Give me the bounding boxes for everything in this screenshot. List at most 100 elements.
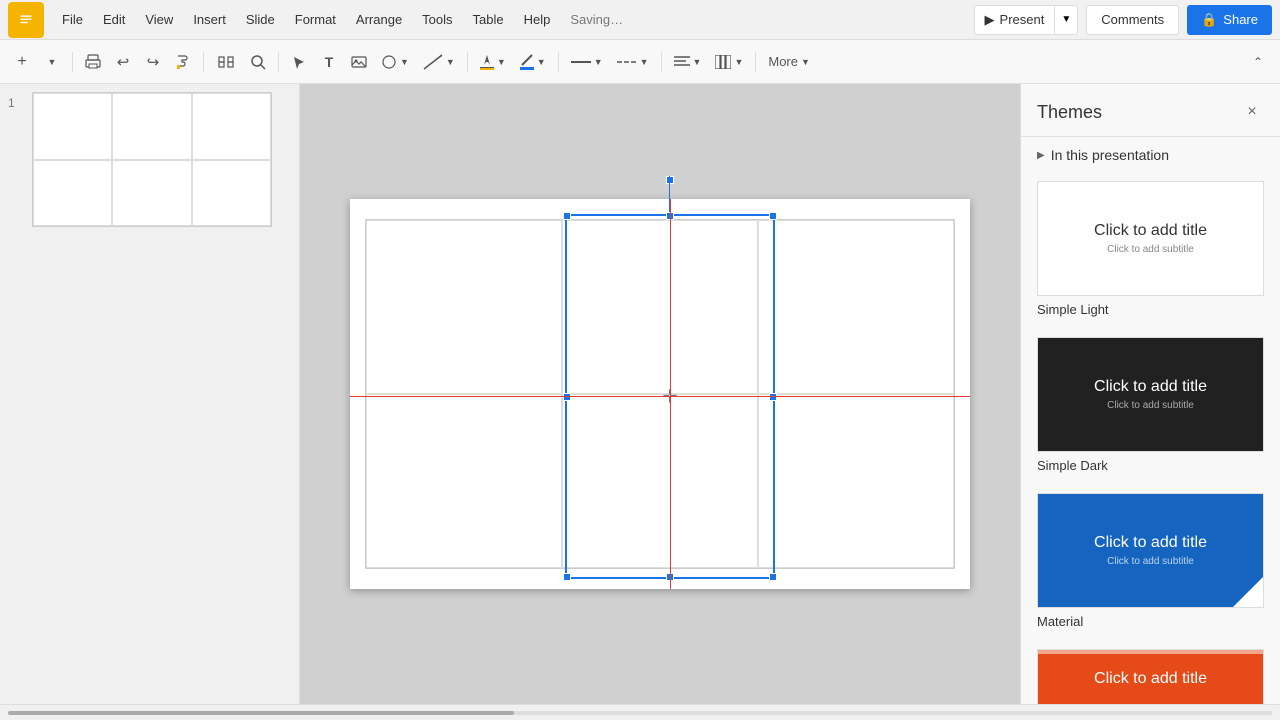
menu-insert[interactable]: Insert [185, 8, 234, 31]
slide-canvas[interactable]: ✛ [350, 199, 970, 589]
toolbar-separator-4 [467, 52, 468, 72]
themes-header: Themes × [1021, 84, 1280, 137]
theme-simple-dark-name: Simple Dark [1037, 458, 1264, 473]
print-button[interactable] [79, 48, 107, 76]
menu-arrange[interactable]: Arrange [348, 8, 410, 31]
menu-bar: File Edit View Insert Slide Format Arran… [0, 0, 1280, 40]
menu-help[interactable]: Help [516, 8, 559, 31]
theme-str-title: Click to add title [1094, 670, 1207, 688]
table-cell-1-2[interactable] [562, 220, 758, 394]
theme-simple-light-item: Click to add title Click to add subtitle… [1021, 173, 1280, 329]
more-dropdown[interactable]: More ▼ [762, 48, 816, 76]
table-cell-1-1[interactable] [366, 220, 562, 394]
slide-thumbnail-1[interactable]: 1 [8, 92, 291, 227]
share-lock-icon: 🔒 [1201, 12, 1217, 28]
present-main-button[interactable]: ▶ Present [975, 6, 1055, 34]
table-cell-2-2[interactable] [562, 394, 758, 568]
streamline-top-bar [1038, 650, 1263, 654]
rotate-handle[interactable] [666, 176, 674, 184]
horizontal-guide [350, 396, 970, 397]
redo-button[interactable]: ↪ [139, 48, 167, 76]
thumb-cell-4 [33, 160, 112, 227]
more-label: More [768, 54, 798, 69]
undo-button[interactable]: ↩ [109, 48, 137, 76]
menu-tools[interactable]: Tools [414, 8, 460, 31]
theme-sd-title: Click to add title [1094, 378, 1207, 396]
toolbar-separator-7 [755, 52, 756, 72]
theme-material-item: Click to add title Click to add subtitle… [1021, 485, 1280, 641]
comments-button[interactable]: Comments [1086, 5, 1179, 35]
material-corner-fold [1233, 577, 1263, 607]
themes-close-button[interactable]: × [1240, 100, 1264, 124]
border-weight-dropdown[interactable]: ▼ [565, 48, 609, 76]
theme-sl-title: Click to add title [1094, 222, 1207, 240]
table-cell-1-3[interactable] [758, 220, 954, 394]
menu-edit[interactable]: Edit [95, 8, 133, 31]
zoom-fit-button[interactable] [210, 48, 242, 76]
slide-number-1: 1 [8, 92, 24, 110]
collapse-toolbar-button[interactable]: ⌃ [1244, 48, 1272, 76]
thumb-cell-3 [192, 93, 271, 160]
menu-table[interactable]: Table [465, 8, 512, 31]
themes-title: Themes [1037, 102, 1102, 123]
zoom-button[interactable] [244, 48, 272, 76]
in-presentation-label: In this presentation [1051, 147, 1169, 163]
image-button[interactable] [345, 48, 373, 76]
theme-streamline-preview[interactable]: Click to add title [1037, 649, 1264, 704]
thumb-cell-1 [33, 93, 112, 160]
menu-file[interactable]: File [54, 8, 91, 31]
vertical-guide [670, 199, 671, 589]
cursor-button[interactable] [285, 48, 313, 76]
toolbar-separator-6 [661, 52, 662, 72]
add-slide-dropdown[interactable]: ▼ [38, 48, 66, 76]
menu-view[interactable]: View [137, 8, 181, 31]
thumb-cell-5 [112, 160, 191, 227]
bottom-bar [0, 704, 1280, 720]
add-slide-button[interactable]: + [8, 48, 36, 76]
resize-handle-bottom-left[interactable] [563, 573, 571, 581]
slide-preview-1 [32, 92, 272, 227]
line-dropdown[interactable]: ▼ [417, 48, 461, 76]
theme-simple-dark-preview[interactable]: Click to add title Click to add subtitle [1037, 337, 1264, 452]
main-area: 1 [0, 84, 1280, 704]
present-dropdown-button[interactable]: ▼ [1054, 6, 1077, 34]
slide-table[interactable] [365, 219, 955, 569]
present-label: Present [1000, 12, 1045, 27]
toolbar: + ▼ ↩ ↪ T ▼ ▼ ▼ ▼ [0, 40, 1280, 84]
border-color-dropdown[interactable]: ▼ [514, 48, 552, 76]
theme-material-name: Material [1037, 614, 1264, 629]
share-button[interactable]: 🔒 Share [1187, 5, 1272, 35]
canvas-area[interactable]: ✛ [300, 84, 1020, 704]
theme-material-preview[interactable]: Click to add title Click to add subtitle [1037, 493, 1264, 608]
theme-mat-subtitle: Click to add subtitle [1107, 556, 1194, 567]
themes-panel: Themes × ▶ In this presentation Click to… [1020, 84, 1280, 704]
present-arrow-icon: ▼ [1061, 14, 1071, 25]
thumb-cell-6 [192, 160, 271, 227]
shape-dropdown[interactable]: ▼ [375, 48, 415, 76]
column-dropdown[interactable]: ▼ [709, 48, 749, 76]
thumb-cell-2 [112, 93, 191, 160]
paint-format-button[interactable] [169, 48, 197, 76]
resize-handle-bottom-right[interactable] [769, 573, 777, 581]
theme-sl-subtitle: Click to add subtitle [1107, 244, 1194, 255]
toolbar-separator-2 [203, 52, 204, 72]
theme-sd-subtitle: Click to add subtitle [1107, 400, 1194, 411]
theme-simple-light-preview[interactable]: Click to add title Click to add subtitle [1037, 181, 1264, 296]
border-dash-dropdown[interactable]: ▼ [611, 48, 655, 76]
app-logo [8, 2, 44, 38]
fill-color-dropdown[interactable]: ▼ [474, 48, 512, 76]
table-cell-2-1[interactable] [366, 394, 562, 568]
table-cell-2-3[interactable] [758, 394, 954, 568]
in-presentation-toggle[interactable]: ▶ In this presentation [1021, 137, 1280, 173]
align-dropdown[interactable]: ▼ [668, 48, 708, 76]
theme-streamline-item: Click to add title [1021, 641, 1280, 704]
toolbar-separator-5 [558, 52, 559, 72]
slides-panel: 1 [0, 84, 300, 704]
text-button[interactable]: T [315, 48, 343, 76]
menu-format[interactable]: Format [287, 8, 344, 31]
present-button-group: ▶ Present ▼ [974, 5, 1079, 35]
toolbar-separator-3 [278, 52, 279, 72]
theme-simple-light-name: Simple Light [1037, 302, 1264, 317]
theme-mat-title: Click to add title [1094, 534, 1207, 552]
menu-slide[interactable]: Slide [238, 8, 283, 31]
